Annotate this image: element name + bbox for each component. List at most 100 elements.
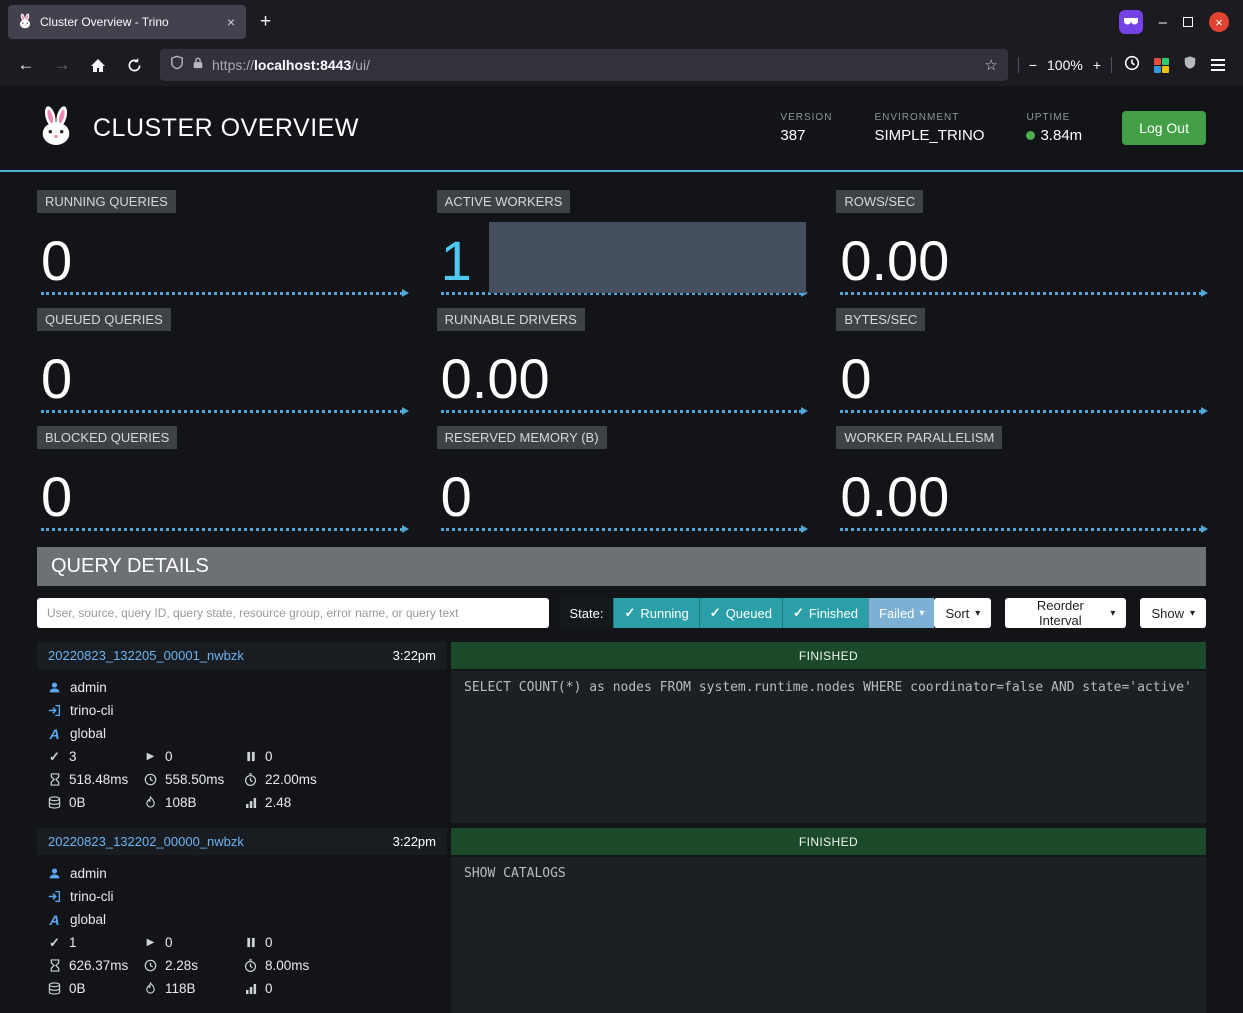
- queued-time-icon: [47, 959, 62, 972]
- metric-rows-sec: ROWS/SEC 0.00: [836, 190, 1206, 295]
- state-queued-toggle[interactable]: ✓ Queued: [699, 598, 782, 628]
- query-resource-group: global: [70, 726, 106, 741]
- zoom-out-button[interactable]: −: [1029, 57, 1037, 73]
- sparkline: [441, 528, 803, 531]
- current-memory-icon: [47, 796, 62, 809]
- query-meta-panel: admin trino-cli Aglobal ✓1 ▶0 0 626.37ms…: [37, 857, 447, 1013]
- query-details-title: QUERY DETAILS: [37, 547, 1206, 586]
- window-close-button[interactable]: ×: [1209, 12, 1229, 32]
- resource-group-icon: A: [47, 726, 62, 742]
- new-tab-button[interactable]: +: [246, 11, 285, 33]
- queued-time: 518.48ms: [69, 772, 128, 787]
- chevron-down-icon: ▾: [975, 608, 980, 619]
- menu-hamburger-icon[interactable]: [1211, 56, 1225, 74]
- query-text: SHOW CATALOGS: [451, 857, 1206, 1013]
- queued-splits: 0: [265, 749, 273, 764]
- running-splits: 0: [165, 935, 173, 950]
- forward-button: →: [46, 50, 78, 80]
- parallelism: 2.48: [265, 795, 291, 810]
- uptime-stat: UPTIME 3.84m: [1026, 112, 1082, 144]
- metrics-grid: RUNNING QUERIES 0 ACTIVE WORKERS 1 ROWS/…: [37, 190, 1206, 531]
- state-filter-label: State:: [559, 598, 613, 628]
- extension-icon[interactable]: [1154, 58, 1169, 73]
- elapsed-time-icon: [143, 773, 158, 786]
- state-running-toggle[interactable]: ✓ Running: [613, 598, 698, 628]
- trino-header: CLUSTER OVERVIEW VERSION 387 ENVIRONMENT…: [0, 86, 1243, 172]
- tab-title: Cluster Overview - Trino: [40, 15, 218, 29]
- sparkline: [41, 410, 403, 413]
- logout-button[interactable]: Log Out: [1122, 111, 1206, 145]
- sparkline-area-fill: [489, 222, 807, 293]
- history-clock-icon[interactable]: [1124, 55, 1140, 76]
- chevron-down-icon: ▾: [919, 608, 924, 619]
- reorder-interval-dropdown[interactable]: Reorder Interval ▾: [1005, 598, 1126, 628]
- metric-blocked-queries: BLOCKED QUERIES 0: [37, 426, 407, 531]
- source-icon: [47, 704, 62, 717]
- query-resource-group: global: [70, 912, 106, 927]
- tab-close-icon[interactable]: ×: [225, 14, 237, 30]
- environment-stat: ENVIRONMENT SIMPLE_TRINO: [874, 112, 984, 144]
- query-id-link[interactable]: 20220823_132205_00001_nwbzk: [48, 648, 244, 663]
- browser-tab-bar: Cluster Overview - Trino × + – ×: [0, 0, 1243, 44]
- parallelism-icon: [243, 797, 258, 809]
- uptime-status-dot: [1026, 131, 1035, 140]
- window-maximize-button[interactable]: [1183, 17, 1193, 27]
- cpu-time: 8.00ms: [265, 958, 309, 973]
- completed-splits: 3: [69, 749, 77, 764]
- cumulative-memory: 108B: [165, 795, 197, 810]
- state-finished-toggle[interactable]: ✓ Finished: [782, 598, 868, 628]
- queued-splits-icon: [243, 937, 258, 948]
- metric-bytes-sec: BYTES/SEC 0: [836, 308, 1206, 413]
- sort-dropdown[interactable]: Sort ▾: [934, 598, 991, 628]
- elapsed-time-icon: [143, 959, 158, 972]
- parallelism-icon: [243, 983, 258, 995]
- zoom-in-button[interactable]: +: [1093, 57, 1101, 73]
- query-time: 3:22pm: [393, 834, 436, 849]
- current-memory-icon: [47, 982, 62, 995]
- lock-icon[interactable]: [192, 56, 204, 75]
- resource-group-icon: A: [47, 912, 62, 928]
- protections-shield-icon[interactable]: [1183, 55, 1197, 75]
- tracking-protection-shield-icon[interactable]: [170, 55, 184, 75]
- source-icon: [47, 890, 62, 903]
- sparkline: [840, 528, 1202, 531]
- query-time: 3:22pm: [393, 648, 436, 663]
- current-memory: 0B: [69, 981, 86, 996]
- window-minimize-button[interactable]: –: [1159, 14, 1167, 31]
- query-meta-panel: admin trino-cli Aglobal ✓3 ▶0 0 518.48ms…: [37, 671, 447, 823]
- query-user: admin: [70, 680, 107, 695]
- browser-tab[interactable]: Cluster Overview - Trino ×: [8, 5, 246, 39]
- browser-navbar: ← → https://localhost:8443/ui/ ☆ − 100% …: [0, 44, 1243, 86]
- chevron-down-icon: ▾: [1190, 608, 1195, 619]
- state-failed-dropdown[interactable]: Failed ▾: [868, 598, 934, 628]
- metric-running-queries: RUNNING QUERIES 0: [37, 190, 407, 295]
- query-source: trino-cli: [70, 703, 114, 718]
- query-card: 20220823_132202_00000_nwbzk 3:22pm FINIS…: [37, 828, 1206, 1013]
- query-id-link[interactable]: 20220823_132202_00000_nwbzk: [48, 834, 244, 849]
- queued-time: 626.37ms: [69, 958, 128, 973]
- check-icon: ✓: [710, 605, 721, 621]
- sparkline: [41, 528, 403, 531]
- sparkline: [840, 292, 1202, 295]
- queued-splits-icon: [243, 751, 258, 762]
- reload-button[interactable]: [118, 50, 150, 80]
- trino-bunny-logo: [37, 104, 75, 153]
- user-icon: [47, 681, 62, 694]
- completed-splits-icon: ✓: [47, 749, 62, 765]
- query-filter-input[interactable]: [37, 598, 549, 628]
- zoom-level[interactable]: 100%: [1047, 57, 1083, 73]
- home-button[interactable]: [82, 50, 114, 80]
- chevron-down-icon: ▾: [1110, 608, 1115, 619]
- bookmark-star-icon[interactable]: ☆: [984, 56, 997, 74]
- back-button[interactable]: ←: [10, 50, 42, 80]
- cumulative-memory: 118B: [165, 981, 196, 996]
- check-icon: ✓: [624, 605, 635, 621]
- show-dropdown[interactable]: Show ▾: [1140, 598, 1206, 628]
- url-bar[interactable]: https://localhost:8443/ui/ ☆: [160, 49, 1008, 81]
- trino-favicon: [17, 13, 33, 32]
- private-browsing-indicator: [1119, 10, 1143, 34]
- metric-reserved-memory: RESERVED MEMORY (B) 0: [437, 426, 807, 531]
- metric-worker-parallelism: WORKER PARALLELISM 0.00: [836, 426, 1206, 531]
- url-text: https://localhost:8443/ui/: [212, 57, 370, 73]
- completed-splits: 1: [69, 935, 77, 950]
